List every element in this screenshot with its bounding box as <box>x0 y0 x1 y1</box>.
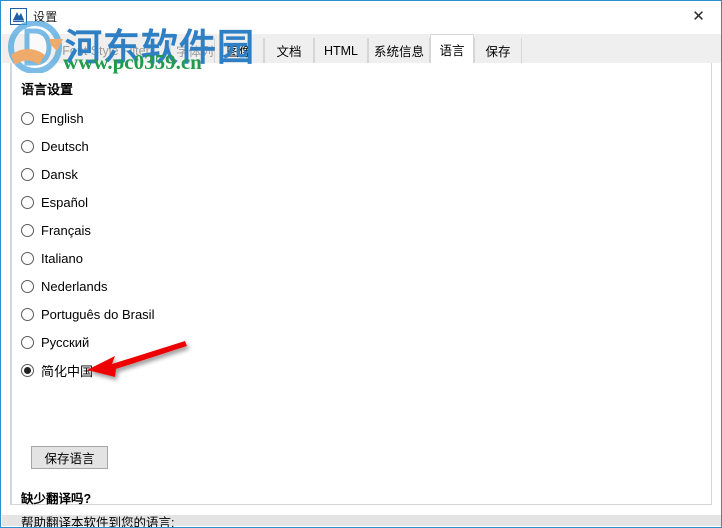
radio-button-icon[interactable] <box>21 251 34 265</box>
radio-button-icon[interactable] <box>21 195 34 209</box>
tab-label: 保存 <box>485 45 511 59</box>
language-option-label: 简化中国 <box>41 363 94 379</box>
save-language-button[interactable]: 保存语言 <box>31 446 108 469</box>
radio-button-icon[interactable] <box>21 307 34 321</box>
radio-button-icon[interactable] <box>21 139 34 153</box>
language-option-label: Deutsch <box>41 138 89 154</box>
tab-5[interactable]: HTML <box>314 38 368 63</box>
language-option-7[interactable]: Português do Brasil <box>21 300 351 328</box>
language-option-3[interactable]: Español <box>21 188 351 216</box>
tab-8[interactable]: 保存 <box>474 38 522 63</box>
language-option-label: Français <box>41 222 91 238</box>
language-option-label: Português do Brasil <box>41 306 155 322</box>
radio-button-icon[interactable] <box>21 111 34 125</box>
tab-label: 图像 <box>226 45 252 59</box>
tab-6[interactable]: 系统信息 <box>368 38 430 63</box>
tab-4[interactable]: 文档 <box>264 38 314 63</box>
close-icon: ✕ <box>692 6 705 25</box>
tab-label: 语言 <box>439 43 465 58</box>
language-option-label: Español <box>41 194 88 210</box>
language-option-label: Nederlands <box>41 278 108 294</box>
language-option-2[interactable]: Dansk <box>21 160 351 188</box>
radio-button-icon[interactable] <box>21 335 34 349</box>
radio-button-icon[interactable] <box>21 223 34 237</box>
section-title: 语言设置 <box>21 82 74 97</box>
language-option-label: Dansk <box>41 166 78 182</box>
language-option-label: Italiano <box>41 250 83 266</box>
help-text: 帮助翻译本软件到您的语言: <box>21 516 175 528</box>
language-settings-panel: 语言设置 English Deutsch Dansk Español Français I… <box>10 62 712 527</box>
language-option-8[interactable]: Русский <box>21 328 351 356</box>
language-option-0[interactable]: English <box>21 104 351 132</box>
settings-window: 设置 ✕ Font Style Filter字体列表打印图像文档HTML系统信息… <box>0 0 722 528</box>
tab-label: Font Style Filter <box>62 43 150 58</box>
tab-bar: Font Style Filter字体列表打印图像文档HTML系统信息语言保存 <box>2 34 721 63</box>
save-language-label: 保存语言 <box>44 452 95 466</box>
window-title-bar: 设置 ✕ <box>1 1 721 33</box>
language-option-1[interactable]: Deutsch <box>21 132 351 160</box>
help-title: 缺少翻译吗? <box>21 492 92 506</box>
close-window-button[interactable]: ✕ <box>676 1 721 31</box>
radio-button-icon[interactable] <box>21 279 34 293</box>
panel-left-accent <box>11 63 12 504</box>
language-option-label: English <box>41 110 84 126</box>
tab-3[interactable]: 图像 <box>214 38 264 63</box>
window-title: 设置 <box>33 10 58 24</box>
tab-label: 文档 <box>276 45 302 59</box>
app-icon <box>10 8 27 25</box>
tab-0[interactable]: Font Style Filter <box>42 38 170 63</box>
tab-label: 系统信息 <box>373 45 424 59</box>
tab-label: HTML <box>323 43 359 58</box>
tab-7[interactable]: 语言 <box>430 34 474 63</box>
radio-button-icon[interactable] <box>21 167 34 181</box>
language-option-4[interactable]: Français <box>21 216 351 244</box>
language-option-label: Русский <box>41 334 90 350</box>
language-option-5[interactable]: Italiano <box>21 244 351 272</box>
language-option-9[interactable]: 简化中国 <box>21 356 351 384</box>
radio-button-icon[interactable] <box>21 363 34 377</box>
language-option-6[interactable]: Nederlands <box>21 272 351 300</box>
language-radio-group: English Deutsch Dansk Español Français Italia… <box>21 104 351 384</box>
